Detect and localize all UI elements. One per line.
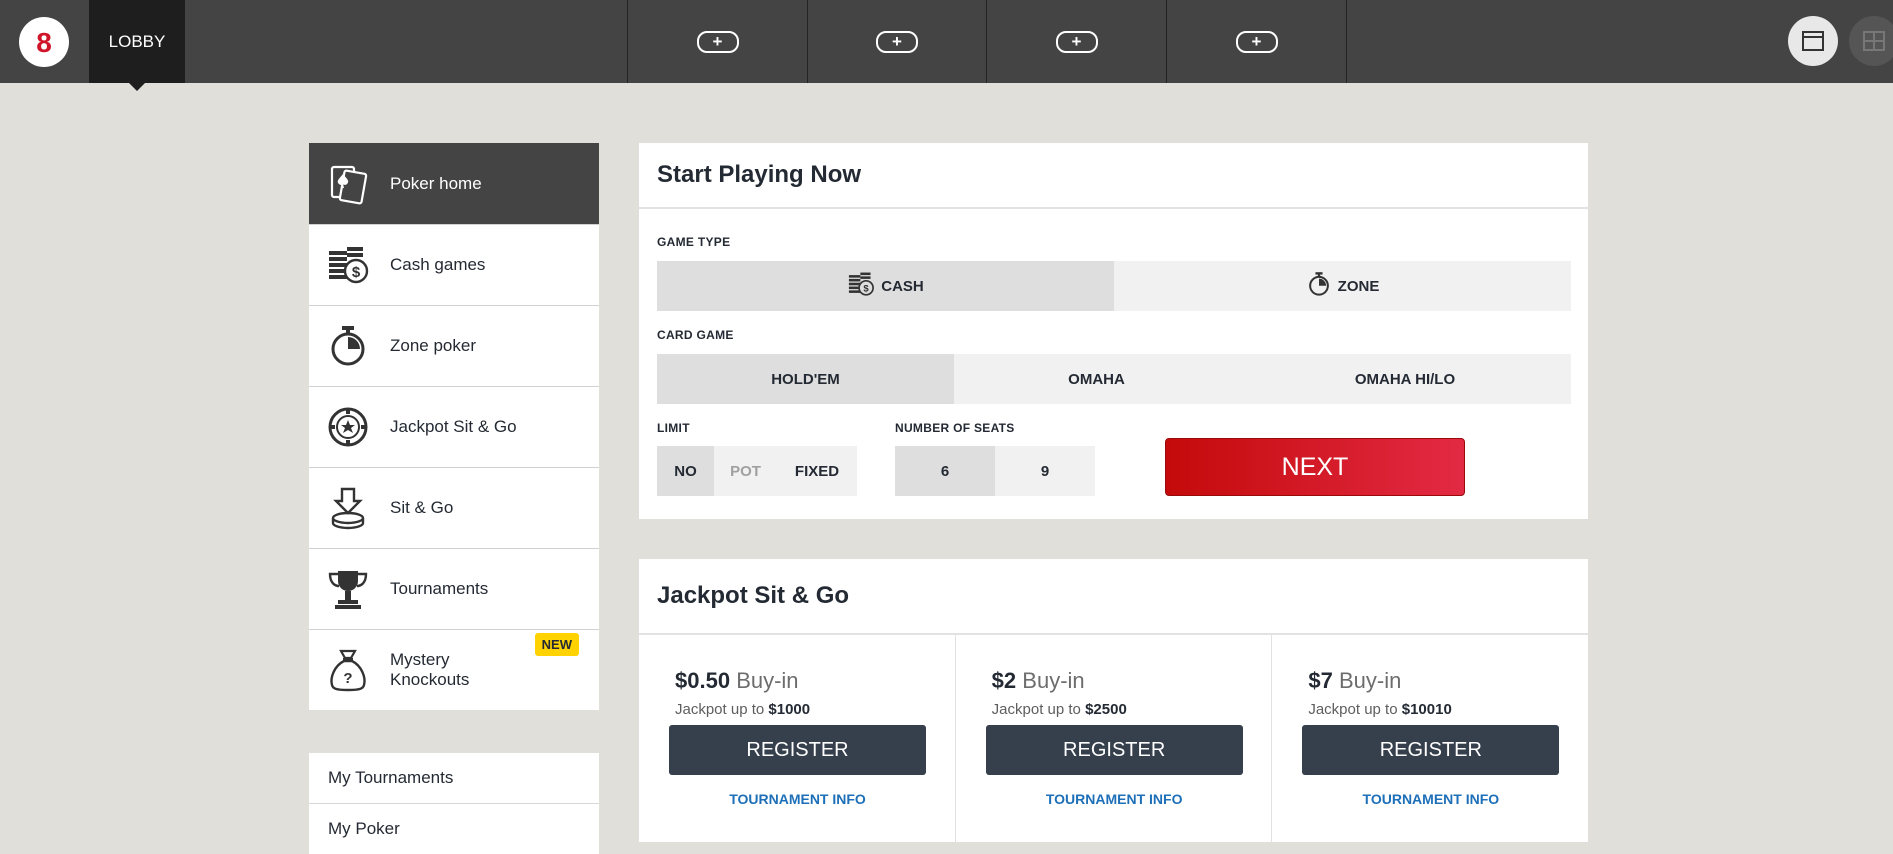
game-type-zone[interactable]: ZONE — [1114, 261, 1571, 311]
add-table-icon: + — [876, 30, 918, 53]
card-game-label: CARD GAME — [657, 328, 734, 342]
tier-jackpot: Jackpot up to $10010 — [1308, 701, 1452, 718]
tournament-info-link[interactable]: TOURNAMENT INFO — [669, 791, 926, 807]
limit-selector: NO POT FIXED — [657, 446, 857, 496]
add-table-icon: + — [696, 30, 739, 53]
add-table-icon: + — [1055, 30, 1098, 53]
game-type-cash[interactable]: $ CASH — [657, 261, 1114, 311]
game-type-zone-label: ZONE — [1337, 277, 1380, 295]
card-game-holdem[interactable]: HOLD'EM — [657, 354, 954, 404]
jackpot-title: Jackpot Sit & Go — [639, 559, 1588, 635]
grid-icon — [1863, 31, 1885, 51]
svg-text:?: ? — [343, 670, 352, 687]
sidebar-item-mystery-knockouts[interactable]: ? Mystery Knockouts NEW — [309, 630, 599, 710]
card-game-omaha[interactable]: OMAHA — [954, 354, 1239, 404]
tier-price: $7 Buy-in — [1308, 668, 1402, 693]
active-tab-caret — [129, 83, 145, 91]
sidebar-item-tournaments[interactable]: Tournaments — [309, 549, 599, 630]
my-poker-link[interactable]: My Poker — [309, 804, 599, 854]
brand-logo-icon: 8 — [36, 27, 52, 57]
sidebar-item-label: Poker home — [390, 173, 482, 193]
cards-icon — [326, 162, 370, 206]
poker-sidebar: Poker home $ Cash games Zone poker Jackp… — [309, 143, 599, 710]
top-bar: 8 LOBBY + + + + — [0, 0, 1893, 91]
chips-icon: $ — [847, 270, 875, 302]
sidebar-item-label: Cash games — [390, 255, 486, 274]
stopwatch-icon — [326, 324, 370, 368]
my-tournaments-link[interactable]: My Tournaments — [309, 753, 599, 804]
sidebar-links: My Tournaments My Poker — [309, 753, 599, 854]
jackpot-panel: Jackpot Sit & Go $0.50 Buy-in Jackpot up… — [639, 559, 1588, 842]
tile-view-button[interactable] — [1849, 16, 1893, 66]
add-table-slot-2[interactable]: + — [807, 0, 986, 83]
star-chip-icon — [326, 405, 370, 449]
tier-jackpot: Jackpot up to $2500 — [991, 701, 1127, 718]
sidebar-item-label: Sit & Go — [390, 498, 454, 517]
next-button[interactable]: NEXT — [1165, 438, 1465, 496]
seats-9[interactable]: 9 — [995, 446, 1095, 496]
brand-logo[interactable]: 8 — [19, 17, 69, 67]
money-bag-icon: ? — [326, 648, 370, 692]
tier-jackpot: Jackpot up to $1000 — [675, 701, 811, 718]
add-table-slot-4[interactable]: + — [1166, 0, 1347, 83]
svg-text:$: $ — [864, 284, 870, 295]
svg-text:8: 8 — [36, 27, 52, 57]
card-game-selector: HOLD'EM OMAHA OMAHA HI/LO — [657, 354, 1571, 404]
add-table-slot-3[interactable]: + — [986, 0, 1166, 83]
tier-price: $0.50 Buy-in — [675, 668, 799, 693]
limit-no[interactable]: NO — [657, 446, 714, 496]
svg-text:$: $ — [352, 264, 361, 281]
jackpot-tier: $7 Buy-in Jackpot up to $10010 REGISTER … — [1272, 635, 1588, 842]
start-playing-panel: Start Playing Now GAME TYPE $ CASH ZONE … — [639, 143, 1588, 519]
register-button[interactable]: REGISTER — [985, 725, 1243, 775]
limit-fixed[interactable]: FIXED — [777, 446, 857, 496]
sidebar-item-poker-home[interactable]: Poker home — [309, 143, 599, 225]
sidebar-item-zone-poker[interactable]: Zone poker — [309, 306, 599, 387]
tournament-info-link[interactable]: TOURNAMENT INFO — [986, 791, 1243, 807]
game-type-cash-label: CASH — [881, 277, 924, 295]
window-icon — [1802, 31, 1824, 51]
add-table-slot-1[interactable]: + — [627, 0, 808, 83]
sidebar-item-label: Mystery Knockouts — [390, 650, 470, 689]
seats-label: NUMBER OF SEATS — [895, 421, 1015, 435]
jackpot-tier: $0.50 Buy-in Jackpot up to $1000 REGISTE… — [639, 635, 956, 842]
sidebar-item-label: Tournaments — [390, 579, 489, 598]
game-type-label: GAME TYPE — [657, 235, 731, 249]
sidebar-item-label: Zone poker — [390, 336, 476, 355]
register-button[interactable]: REGISTER — [669, 725, 926, 775]
tournament-info-link[interactable]: TOURNAMENT INFO — [1302, 791, 1559, 807]
seats-6[interactable]: 6 — [895, 446, 995, 496]
jackpot-tiers: $0.50 Buy-in Jackpot up to $1000 REGISTE… — [639, 635, 1588, 842]
new-badge: NEW — [534, 633, 579, 656]
tier-price: $2 Buy-in — [991, 668, 1085, 693]
sidebar-item-sit-go[interactable]: Sit & Go — [309, 468, 599, 549]
register-button[interactable]: REGISTER — [1302, 725, 1560, 775]
card-game-omaha-hilo[interactable]: OMAHA HI/LO — [1239, 354, 1571, 404]
game-type-selector: $ CASH ZONE — [657, 261, 1571, 311]
stopwatch-icon — [1306, 271, 1332, 301]
single-view-button[interactable] — [1788, 16, 1838, 66]
tab-lobby-label: LOBBY — [108, 31, 166, 51]
chips-icon: $ — [326, 243, 370, 287]
jackpot-tier: $2 Buy-in Jackpot up to $2500 REGISTER T… — [956, 635, 1273, 842]
limit-label: LIMIT — [657, 421, 690, 435]
add-table-icon: + — [1235, 30, 1278, 53]
download-chip-icon — [326, 486, 370, 530]
seats-selector: 6 9 — [895, 446, 1095, 496]
panel-title: Start Playing Now — [639, 143, 1588, 209]
tab-lobby[interactable]: LOBBY — [89, 0, 185, 91]
sidebar-item-cash-games[interactable]: $ Cash games — [309, 225, 599, 306]
trophy-icon — [326, 567, 370, 611]
sidebar-item-label: Jackpot Sit & Go — [390, 417, 517, 436]
limit-pot[interactable]: POT — [714, 446, 777, 496]
sidebar-item-jackpot-sit-go[interactable]: Jackpot Sit & Go — [309, 387, 599, 468]
